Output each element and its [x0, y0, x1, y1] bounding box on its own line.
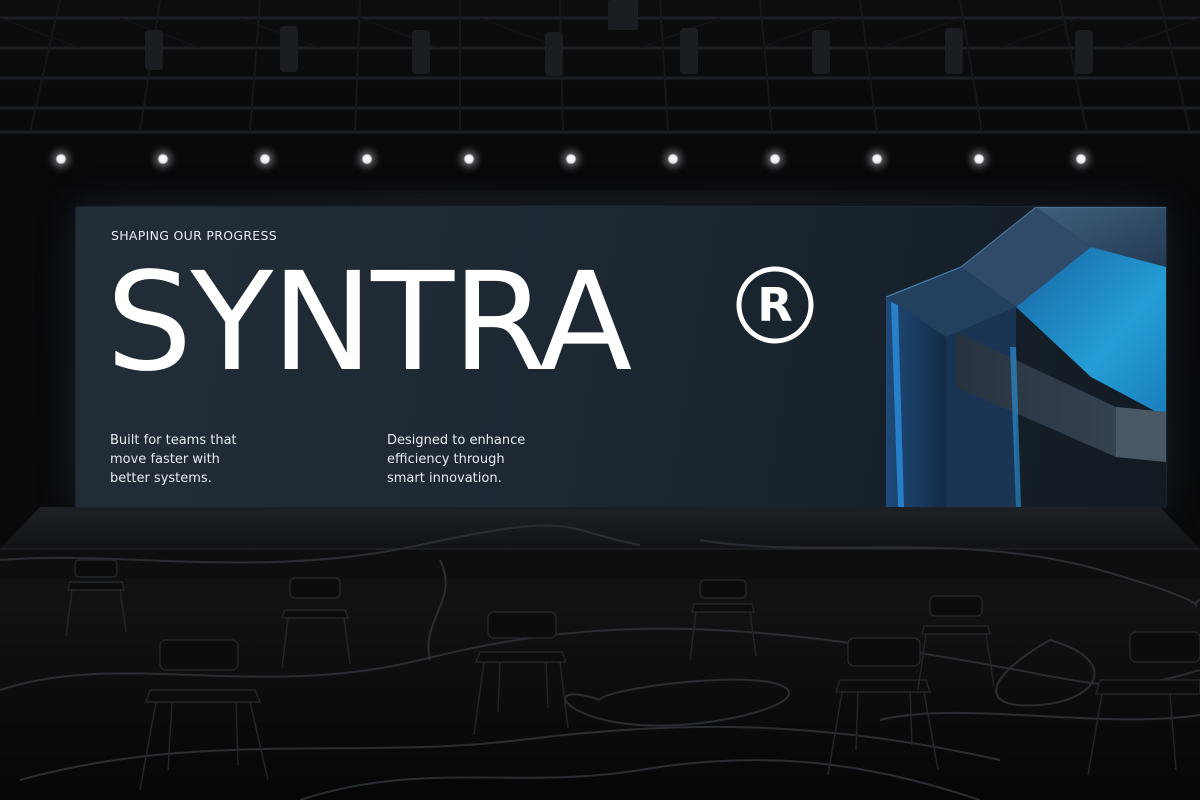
- chair: [473, 611, 569, 736]
- screen-eyebrow: SHAPING OUR PROGRESS: [111, 228, 277, 243]
- glass-cube-graphic: [886, 207, 1166, 507]
- ceiling-light: [769, 153, 781, 165]
- ceiling-light: [871, 153, 883, 165]
- ceiling-light: [667, 153, 679, 165]
- registered-mark: R: [757, 278, 792, 332]
- left-copy-line: move faster with: [110, 452, 220, 467]
- truss-lines: [0, 0, 1200, 134]
- left-copy: Built for teams that move faster with be…: [110, 431, 270, 488]
- left-copy-line: better systems.: [110, 471, 212, 486]
- stage-platform: [0, 507, 1200, 602]
- chair: [827, 637, 939, 776]
- right-copy-line: smart innovation.: [387, 471, 502, 486]
- left-copy-line: Built for teams that: [110, 433, 237, 448]
- chair: [1087, 631, 1200, 776]
- brand-wordmark: SYNTRA: [106, 244, 632, 402]
- stage-scene: SHAPING OUR PROGRESS SYNTRA R Built for …: [0, 0, 1200, 800]
- led-screen: SHAPING OUR PROGRESS SYNTRA R Built for …: [76, 207, 1166, 507]
- ceiling-light: [259, 153, 271, 165]
- chair: [917, 595, 995, 691]
- ceiling-light: [55, 153, 67, 165]
- right-copy-line: Designed to enhance: [387, 433, 526, 448]
- chair: [139, 639, 269, 791]
- right-copy: Designed to enhance efficiency through s…: [387, 431, 547, 488]
- right-copy-line: efficiency through: [387, 452, 505, 467]
- registered-mark-icon: R: [736, 266, 814, 344]
- ceiling-light: [1075, 153, 1087, 165]
- ceiling-light: [565, 153, 577, 165]
- ceiling-light: [361, 153, 373, 165]
- ceiling-truss: [0, 0, 1200, 190]
- ceiling-light: [973, 153, 985, 165]
- ceiling-light: [463, 153, 475, 165]
- ceiling-light: [157, 153, 169, 165]
